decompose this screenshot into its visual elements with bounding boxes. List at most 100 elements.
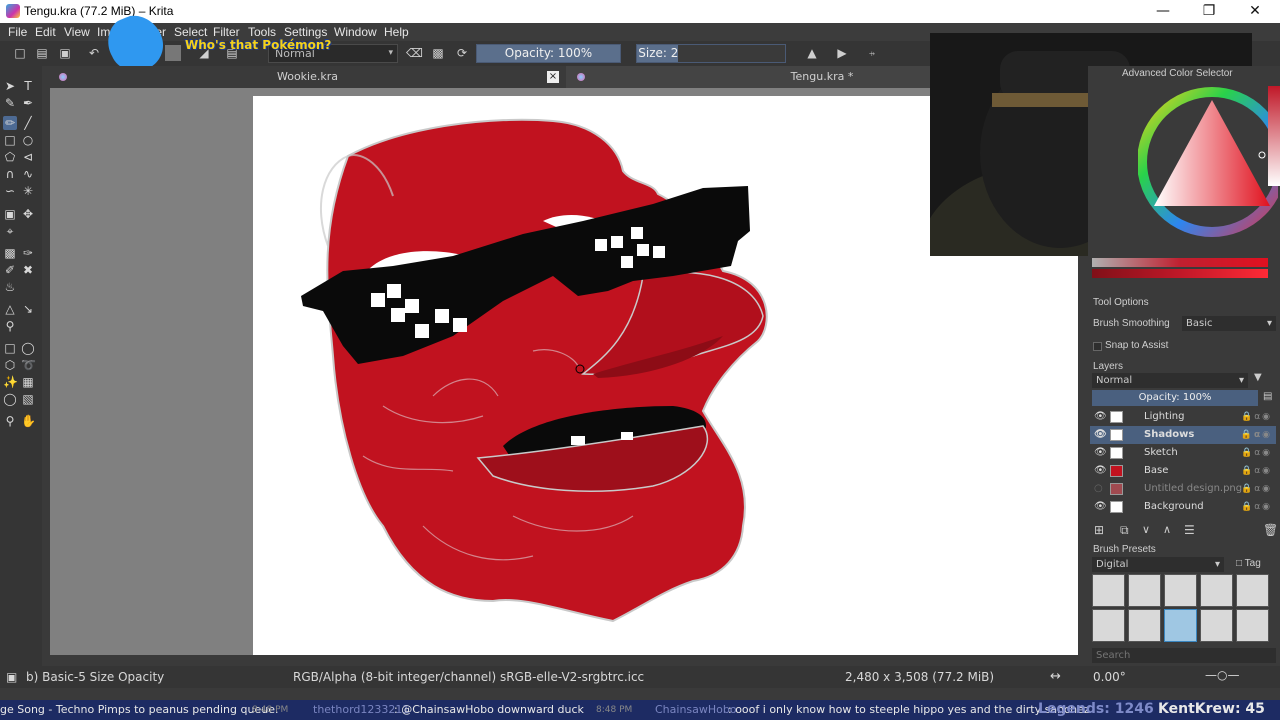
mirror-horizontal-icon[interactable]: ▲ (804, 45, 820, 61)
color-picker-icon[interactable]: ✑ (21, 246, 35, 260)
layer-lock-icons[interactable]: 🔒α◉ (1241, 444, 1272, 462)
layer-row-lighting[interactable]: 👁 Lighting 🔒α◉ (1090, 408, 1276, 426)
brush-smoothing-select[interactable]: Basic ▾ (1182, 316, 1276, 331)
layer-lock-icons[interactable]: 🔒α◉ (1241, 480, 1272, 498)
layer-lock-icons[interactable]: 🔒α◉ (1241, 498, 1272, 516)
rectangle-tool-icon[interactable]: □ (3, 133, 17, 147)
eye-icon[interactable]: 👁 (1094, 462, 1107, 480)
eye-icon[interactable]: 👁 (1094, 408, 1107, 426)
eye-icon[interactable]: 👁 (1094, 444, 1107, 462)
measure-tool-icon[interactable]: ↘ (21, 302, 35, 316)
crop-tool-icon[interactable]: ⌖ (3, 224, 17, 238)
freehand-brush-icon[interactable]: ✏ (3, 116, 17, 130)
maximize-button[interactable]: ❐ (1186, 0, 1232, 23)
close-tab-button[interactable]: × (547, 71, 559, 83)
move-layer-up-icon[interactable]: ∧ (1163, 523, 1171, 536)
text-tool-icon[interactable]: T (21, 79, 35, 93)
snap-to-assist-checkbox[interactable] (1093, 342, 1102, 351)
color-history-bar[interactable] (1092, 258, 1268, 267)
rect-select-icon[interactable]: □ (3, 341, 17, 355)
ellipse-select-icon[interactable]: ◯ (21, 341, 35, 355)
brush-preset[interactable] (1200, 574, 1233, 607)
similar-select-icon[interactable]: ▦ (21, 375, 35, 389)
mirror-vertical-icon[interactable]: ▶ (834, 45, 850, 61)
move-tool-icon[interactable]: ✥ (21, 207, 35, 221)
layer-row-background[interactable]: 👁 Background 🔒α◉ (1090, 498, 1276, 516)
pan-tool-icon[interactable]: ✋ (21, 414, 36, 428)
save-icon[interactable]: ▣ (57, 45, 73, 61)
smart-patch-icon[interactable]: ✐ (3, 263, 17, 277)
eraser-mode-icon[interactable]: ⌫ (406, 45, 423, 61)
gradient-tool-icon[interactable]: ▩ (3, 246, 17, 260)
brush-preset[interactable] (1128, 609, 1161, 642)
zoom-tool-icon[interactable]: ⚲ (3, 414, 17, 428)
move-layer-down-icon[interactable]: ∨ (1142, 523, 1150, 536)
color-shades-bar[interactable] (1092, 269, 1268, 278)
polygon-select-icon[interactable]: ⬡ (3, 358, 17, 372)
menu-tools[interactable]: Tools (248, 25, 276, 39)
freehand-path-icon[interactable]: ∿ (21, 167, 35, 181)
zoom-slider[interactable]: —○— (1205, 668, 1239, 682)
menu-settings[interactable]: Settings (284, 25, 327, 39)
layer-lock-icons[interactable]: 🔒α◉ (1241, 462, 1272, 480)
freehand-select-icon[interactable]: ➰ (21, 358, 36, 372)
layer-lock-icons[interactable]: 🔒α◉ (1241, 408, 1272, 426)
edit-shapes-icon[interactable]: ✎ (3, 96, 17, 110)
menu-filter[interactable]: Filter (213, 25, 240, 39)
brush-preset[interactable] (1092, 609, 1125, 642)
brush-preset[interactable] (1092, 574, 1125, 607)
magnetic-select-icon[interactable]: ▧ (21, 392, 35, 406)
color-wheel[interactable] (1138, 80, 1278, 260)
delete-layer-icon[interactable]: 🗑 (1263, 523, 1278, 537)
size-slider[interactable]: Size: 29.14 px (636, 44, 786, 63)
reload-preset-icon[interactable]: ⟳ (454, 45, 470, 61)
menu-select[interactable]: Select (174, 25, 207, 39)
eye-icon[interactable]: 👁 (1094, 498, 1107, 516)
layer-row-untitled-design[interactable]: ○ Untitled design.png 🔒α◉ (1090, 480, 1276, 498)
assistant-tool-icon[interactable]: △ (3, 302, 17, 316)
duplicate-layer-icon[interactable]: ⧉ (1120, 523, 1129, 538)
brush-search-input[interactable] (1092, 648, 1276, 663)
canvas-area[interactable] (50, 88, 1078, 655)
layer-lock-icons[interactable]: 🔒α◉ (1241, 426, 1272, 444)
ellipse-tool-icon[interactable]: ○ (21, 133, 35, 147)
layer-properties-icon[interactable]: ▤ (1263, 391, 1272, 402)
fill-tool-icon[interactable]: ♨ (3, 280, 17, 294)
color-patches-strip[interactable] (1268, 86, 1280, 186)
line-tool-icon[interactable]: ╱ (21, 116, 35, 130)
colorize-mask-icon[interactable]: ✖ (21, 263, 35, 277)
brush-preset[interactable] (1128, 574, 1161, 607)
layer-menu-icon[interactable]: ☰ (1184, 523, 1195, 537)
rotation-reset-icon[interactable]: ↔ (1050, 669, 1061, 684)
brush-preset[interactable] (1200, 609, 1233, 642)
polyline-tool-icon[interactable]: ⊲ (21, 150, 35, 164)
close-window-button[interactable]: ✕ (1232, 0, 1278, 23)
layer-row-sketch[interactable]: 👁 Sketch 🔒α◉ (1090, 444, 1276, 462)
add-layer-icon[interactable]: ⊞ (1094, 523, 1104, 537)
menu-help[interactable]: Help (384, 25, 409, 39)
contiguous-select-icon[interactable]: ✨ (3, 375, 18, 389)
dynamic-brush-icon[interactable]: ∽ (3, 184, 17, 198)
layer-row-base[interactable]: 👁 Base 🔒α◉ (1090, 462, 1276, 480)
layer-row-shadows[interactable]: 👁 Shadows 🔒α◉ (1090, 426, 1276, 444)
bezier-tool-icon[interactable]: ∩ (3, 167, 17, 181)
brush-preset[interactable] (1164, 574, 1197, 607)
reference-tool-icon[interactable]: ⚲ (3, 319, 17, 333)
layer-blend-select[interactable]: Normal ▾ (1092, 373, 1248, 388)
brush-tag-select[interactable]: Digital ▾ (1092, 557, 1224, 572)
tab-wookie[interactable]: Wookie.kra × (50, 66, 565, 88)
filter-icon[interactable]: ▼ (1254, 372, 1262, 383)
calligraphy-icon[interactable]: ✒ (21, 96, 35, 110)
menu-edit[interactable]: Edit (35, 25, 56, 39)
select-shapes-icon[interactable]: ➤ (3, 79, 17, 93)
brush-preset[interactable] (1236, 574, 1269, 607)
brush-preset[interactable] (1236, 609, 1269, 642)
alpha-lock-icon[interactable]: ▩ (430, 45, 446, 61)
multibrush-icon[interactable]: ✳ (21, 184, 35, 198)
layer-opacity-slider[interactable]: Opacity: 100% (1092, 390, 1258, 406)
bezier-select-icon[interactable]: ◯ (3, 392, 17, 406)
menu-window[interactable]: Window (334, 25, 377, 39)
menu-file[interactable]: File (8, 25, 27, 39)
minimize-button[interactable]: — (1140, 0, 1186, 23)
hidden-eye-icon[interactable]: ○ (1094, 480, 1103, 498)
